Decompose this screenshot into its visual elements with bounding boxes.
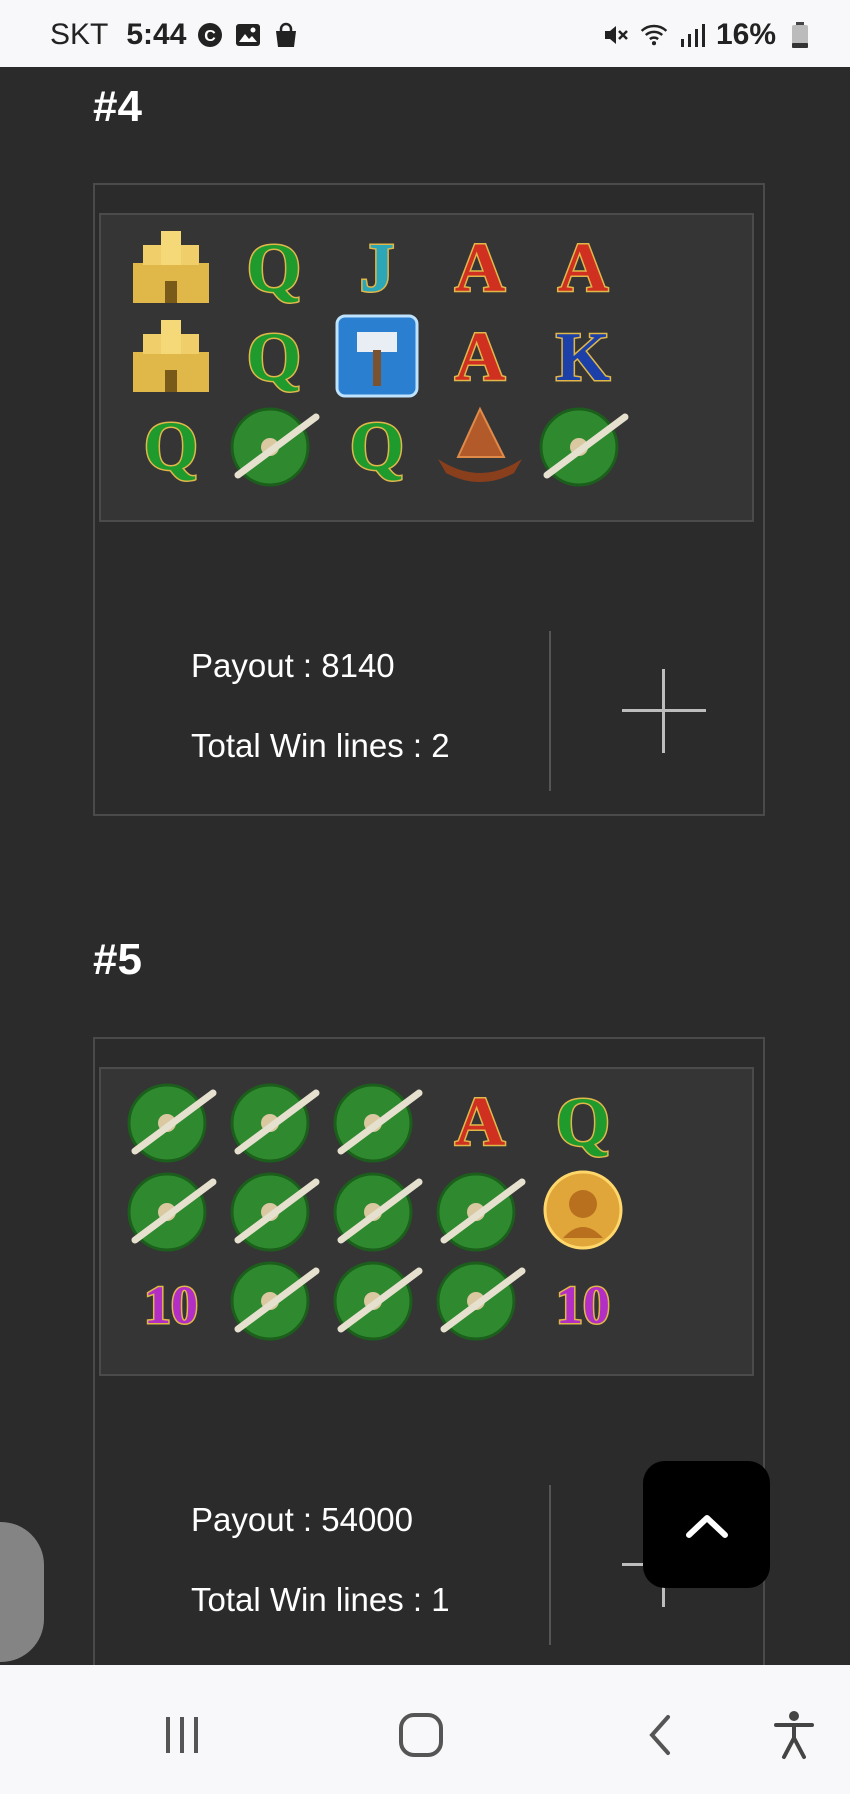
accessibility-button[interactable] [764, 1705, 824, 1765]
image-icon [234, 21, 262, 49]
shield-sword-icon [327, 1164, 427, 1256]
result-title: #4 [93, 82, 142, 131]
svg-text:Q: Q [247, 230, 301, 307]
shield-sword-icon [121, 1164, 221, 1256]
shield-sword-icon [327, 1075, 427, 1167]
wifi-icon [640, 21, 668, 49]
back-button[interactable] [630, 1705, 690, 1765]
result-card: QJAAQAKQQ Payout : 8140 Total Win lines … [93, 183, 765, 816]
svg-text:A: A [455, 230, 506, 307]
warrior-coin-icon [533, 1164, 633, 1256]
svg-text:Q: Q [247, 319, 301, 396]
accessibility-icon [774, 1711, 814, 1759]
expand-plus-icon[interactable] [622, 669, 706, 753]
system-nav-bar [0, 1665, 850, 1794]
result-title: #5 [93, 935, 142, 984]
chevron-up-icon [685, 1514, 728, 1538]
svg-text:A: A [455, 319, 506, 396]
svg-text:10: 10 [556, 1275, 610, 1335]
payout-text: Payout : 8140 [191, 647, 395, 684]
card-divider [549, 631, 551, 791]
back-icon [649, 1715, 670, 1755]
reel-grid: QJAAQAKQQ [99, 213, 754, 522]
floating-side-handle[interactable] [0, 1522, 44, 1662]
symbol-a-icon: A [533, 221, 633, 313]
hammer-wild-icon [327, 310, 427, 402]
clock: 5:44 [126, 18, 187, 51]
symbol-a-icon: A [430, 221, 530, 313]
win-lines-text: Total Win lines : 2 [191, 727, 450, 764]
status-bar: SKT 5:44 C 16% [0, 0, 850, 67]
symbol-a-icon: A [430, 1075, 530, 1167]
symbol-q-icon: Q [533, 1075, 633, 1167]
scroll-to-top-button[interactable] [643, 1461, 770, 1588]
shield-sword-icon [224, 1253, 324, 1345]
svg-text:A: A [455, 1084, 506, 1161]
shield-sword-icon [327, 1253, 427, 1345]
symbol-q-icon: Q [327, 399, 427, 491]
symbol-a-icon: A [430, 310, 530, 402]
castle-icon [121, 310, 221, 402]
home-icon [399, 1713, 443, 1757]
c-circle-icon: C [196, 21, 224, 49]
recent-apps-icon [166, 1717, 198, 1753]
symbol-10-icon: 10 [533, 1253, 633, 1345]
svg-text:K: K [556, 319, 610, 396]
home-button[interactable] [391, 1705, 451, 1765]
symbol-10-icon: 10 [121, 1253, 221, 1345]
svg-text:A: A [558, 230, 609, 307]
svg-text:Q: Q [556, 1084, 610, 1161]
battery-icon [786, 21, 814, 49]
viking-ship-icon [430, 399, 530, 491]
castle-icon [121, 221, 221, 313]
shield-sword-icon [224, 399, 324, 491]
symbol-q-icon: Q [121, 399, 221, 491]
win-lines-text: Total Win lines : 1 [191, 1581, 450, 1618]
shopping-bag-icon [272, 21, 300, 49]
svg-text:J: J [360, 230, 395, 307]
symbol-k-icon: K [533, 310, 633, 402]
symbol-j-icon: J [327, 221, 427, 313]
mute-icon [602, 21, 630, 49]
card-divider [549, 1485, 551, 1645]
shield-sword-icon [533, 399, 633, 491]
results-list[interactable]: #4 QJAAQAKQQ Payout : 8140 Total Win lin… [0, 67, 850, 1665]
svg-text:Q: Q [144, 408, 198, 485]
signal-icon [678, 21, 706, 49]
shield-sword-icon [224, 1164, 324, 1256]
reel-grid: A Q 10 10 [99, 1067, 754, 1376]
recent-apps-button[interactable] [152, 1705, 212, 1765]
symbol-q-icon: Q [224, 310, 324, 402]
shield-sword-icon [121, 1075, 221, 1167]
carrier-label: SKT [50, 18, 109, 51]
svg-text:Q: Q [350, 408, 404, 485]
symbol-q-icon: Q [224, 221, 324, 313]
shield-sword-icon [430, 1253, 530, 1345]
shield-sword-icon [430, 1164, 530, 1256]
svg-text:10: 10 [144, 1275, 198, 1335]
battery-percent: 16% [715, 18, 776, 51]
svg-text:C: C [205, 28, 217, 45]
shield-sword-icon [224, 1075, 324, 1167]
payout-text: Payout : 54000 [191, 1501, 414, 1538]
